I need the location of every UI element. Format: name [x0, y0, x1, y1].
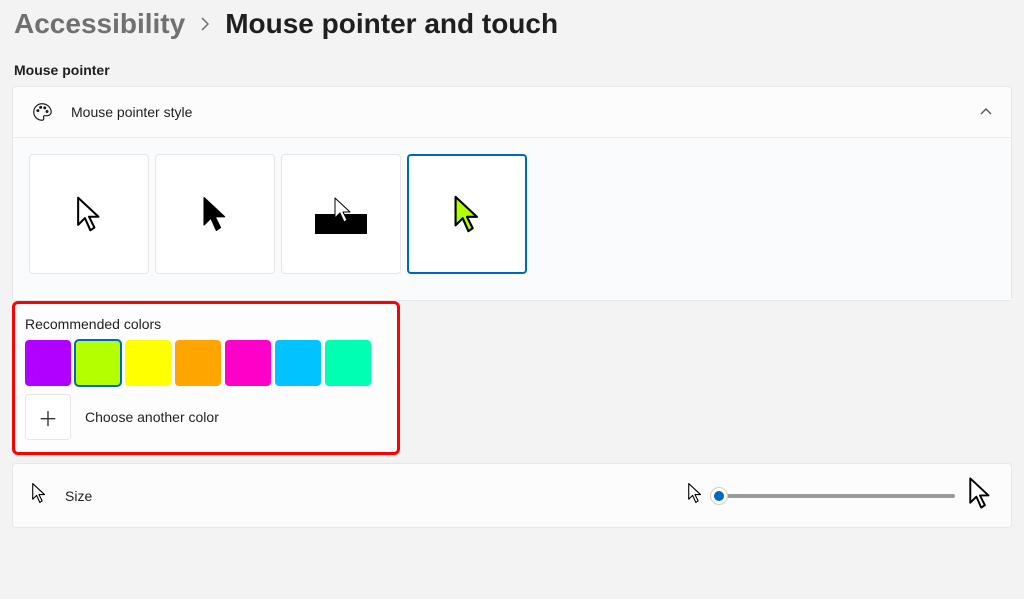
- pointer-style-white[interactable]: [29, 154, 149, 274]
- pointer-style-custom[interactable]: [407, 154, 527, 274]
- palette-icon: [31, 101, 53, 123]
- breadcrumb: Accessibility Mouse pointer and touch: [0, 0, 1024, 40]
- cursor-black-icon: [201, 195, 229, 233]
- color-swatch[interactable]: [325, 340, 371, 386]
- color-swatch[interactable]: [175, 340, 221, 386]
- cursor-large-icon: [967, 476, 993, 515]
- cursor-inverted-icon: [311, 194, 371, 234]
- section-header: Mouse pointer: [0, 40, 1024, 82]
- pointer-style-body: [13, 138, 1011, 300]
- recommended-color-row: [25, 340, 387, 386]
- pointer-style-inverted[interactable]: [281, 154, 401, 274]
- chevron-up-icon: [979, 105, 993, 119]
- color-swatch[interactable]: [25, 340, 71, 386]
- color-swatch[interactable]: [225, 340, 271, 386]
- recommended-colors-panel: Recommended colors ＋ Choose another colo…: [12, 301, 400, 455]
- pointer-size-card: Size: [12, 463, 1012, 528]
- color-swatch[interactable]: [125, 340, 171, 386]
- chevron-right-icon: [199, 15, 211, 36]
- cursor-white-icon: [75, 195, 103, 233]
- size-slider[interactable]: [715, 494, 955, 498]
- size-slider-thumb[interactable]: [710, 487, 728, 505]
- pointer-style-header[interactable]: Mouse pointer style: [13, 87, 1011, 138]
- cursor-icon: [31, 482, 47, 509]
- choose-another-color-label[interactable]: Choose another color: [85, 409, 219, 425]
- choose-another-color-button[interactable]: ＋: [25, 394, 71, 440]
- cursor-small-icon: [687, 482, 703, 509]
- breadcrumb-current: Mouse pointer and touch: [225, 8, 558, 40]
- pointer-style-black[interactable]: [155, 154, 275, 274]
- recommended-colors-title: Recommended colors: [25, 316, 387, 332]
- breadcrumb-parent[interactable]: Accessibility: [14, 8, 185, 40]
- cursor-custom-icon: [452, 194, 482, 234]
- plus-icon: ＋: [38, 403, 58, 432]
- color-swatch[interactable]: [75, 340, 121, 386]
- size-label: Size: [65, 488, 669, 504]
- pointer-style-card: Mouse pointer style: [12, 86, 1012, 301]
- pointer-style-title: Mouse pointer style: [71, 104, 961, 120]
- color-swatch[interactable]: [275, 340, 321, 386]
